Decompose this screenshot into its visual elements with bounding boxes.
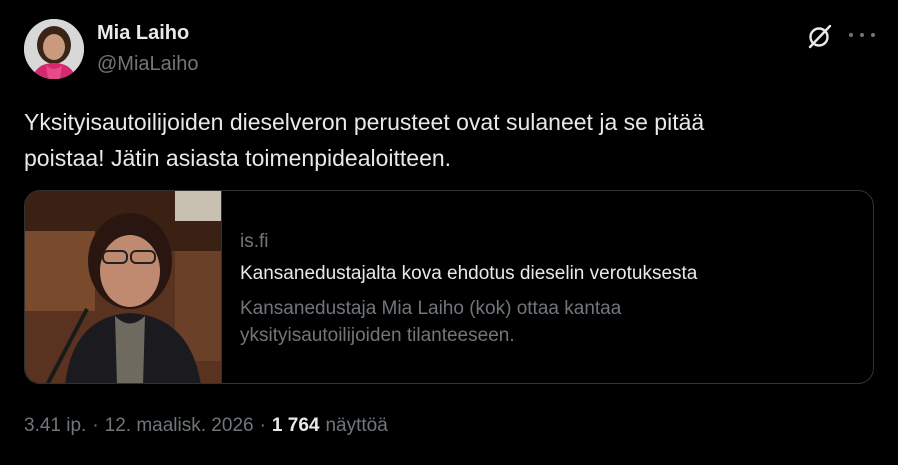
card-image [25,191,222,383]
tweet-meta: 3.41 ip. · 12. maalisk. 2026 · 1 764 näy… [24,415,388,437]
tweet-text: Yksityisautoilijoiden dieselveron perust… [24,109,705,171]
tweet-date[interactable]: 12. maalisk. 2026 [105,415,254,437]
author-handle[interactable]: @MiaLaiho [97,53,198,76]
author-avatar[interactable] [24,19,84,79]
link-card[interactable]: is.fi Kansanedustajalta kova ehdotus die… [24,190,874,384]
meta-separator: · [259,415,266,436]
views-count: 1 764 [271,415,320,436]
card-title: Kansanedustajalta kova ehdotus dieselin … [240,263,698,284]
more-dots-icon[interactable] [849,24,875,46]
card-description: Kansanedustaja Mia Laiho (kok) ottaa kan… [240,298,622,346]
card-domain: is.fi [240,231,269,252]
meta-separator: · [92,415,99,436]
views-label: näyttöä [325,415,388,436]
grok-slash-icon[interactable] [806,22,834,50]
tweet-time[interactable]: 3.41 ip. [24,415,86,437]
author-name[interactable]: Mia Laiho [97,22,189,45]
